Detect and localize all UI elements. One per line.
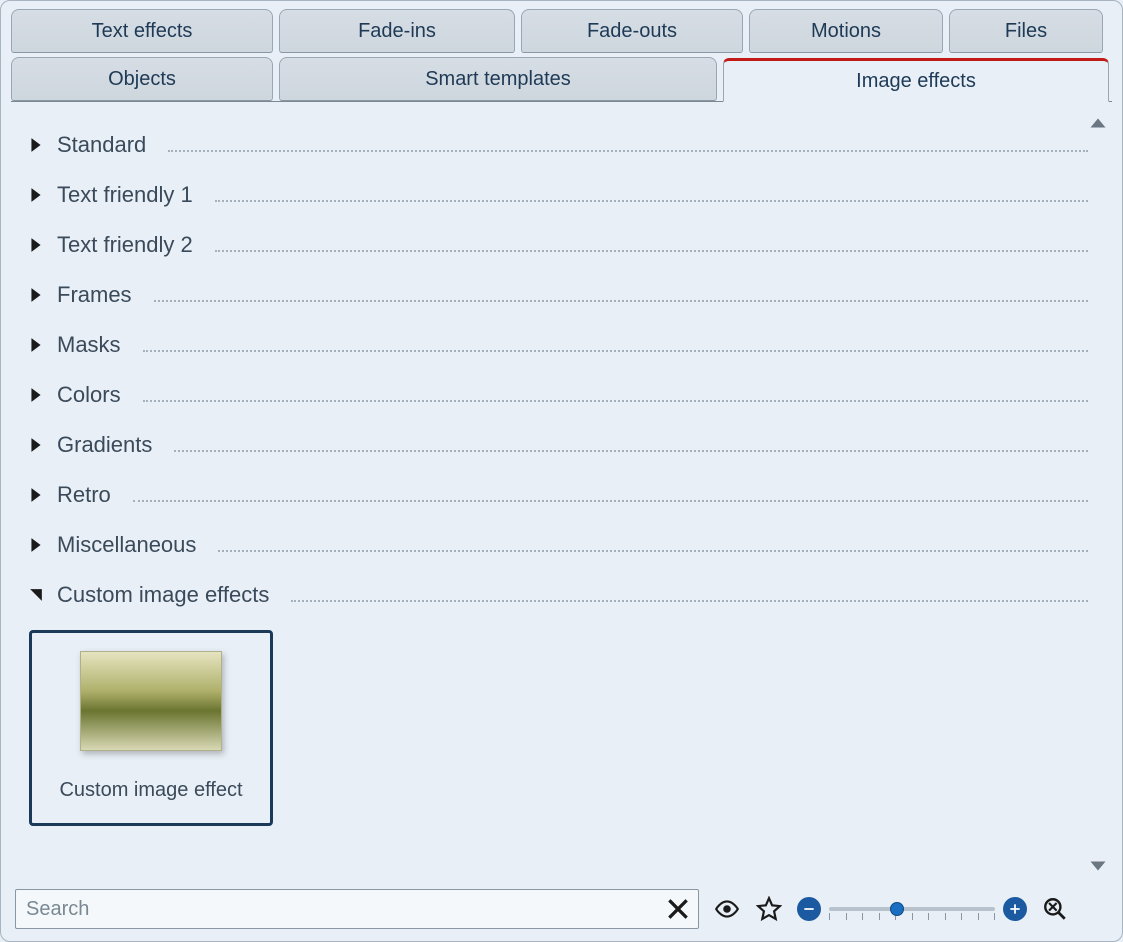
tab-files[interactable]: Files bbox=[949, 9, 1103, 53]
category-divider bbox=[133, 500, 1088, 502]
category-label: Masks bbox=[57, 332, 121, 358]
category-label: Text friendly 2 bbox=[57, 232, 193, 258]
content-panel: Standard Text friendly 1 Text friendly 2 Fr… bbox=[11, 106, 1112, 883]
eye-icon bbox=[714, 896, 740, 922]
tab-fade-ins[interactable]: Fade-ins bbox=[279, 9, 515, 53]
expand-arrow-right-icon bbox=[29, 236, 43, 254]
reset-zoom-button[interactable] bbox=[1041, 895, 1069, 923]
category-standard[interactable]: Standard bbox=[25, 120, 1088, 170]
effects-panel: Text effects Fade-ins Fade-outs Motions … bbox=[0, 0, 1123, 942]
expand-arrow-right-icon bbox=[29, 336, 43, 354]
scroll-up-button[interactable] bbox=[1089, 114, 1107, 132]
effect-thumbnail-preview bbox=[80, 651, 222, 751]
effect-thumbnail-custom-image-effect[interactable]: Custom image effect bbox=[29, 630, 273, 826]
thumbnails-row: Custom image effect bbox=[25, 620, 1088, 834]
tab-fade-outs[interactable]: Fade-outs bbox=[521, 9, 743, 53]
zoom-in-button[interactable] bbox=[1003, 897, 1027, 921]
magnifier-reset-icon bbox=[1042, 896, 1068, 922]
search-box bbox=[15, 889, 699, 929]
tab-motions[interactable]: Motions bbox=[749, 9, 943, 53]
categories-list: Standard Text friendly 1 Text friendly 2 Fr… bbox=[25, 120, 1088, 883]
expand-arrow-down-icon bbox=[29, 586, 43, 604]
search-input[interactable] bbox=[26, 898, 664, 921]
close-icon bbox=[665, 896, 691, 922]
tabs-row-2: Objects Smart templates Image effects bbox=[11, 57, 1112, 102]
scroll-down-button[interactable] bbox=[1089, 857, 1107, 875]
category-text-friendly-1[interactable]: Text friendly 1 bbox=[25, 170, 1088, 220]
category-divider bbox=[215, 250, 1088, 252]
expand-arrow-right-icon bbox=[29, 486, 43, 504]
zoom-controls bbox=[797, 896, 1027, 922]
star-icon bbox=[756, 896, 782, 922]
tab-text-effects[interactable]: Text effects bbox=[11, 9, 273, 53]
zoom-slider-thumb[interactable] bbox=[890, 902, 904, 916]
expand-arrow-right-icon bbox=[29, 386, 43, 404]
preview-button[interactable] bbox=[713, 895, 741, 923]
category-label: Colors bbox=[57, 382, 121, 408]
bottom-toolbar bbox=[11, 883, 1112, 931]
category-label: Retro bbox=[57, 482, 111, 508]
category-miscellaneous[interactable]: Miscellaneous bbox=[25, 520, 1088, 570]
category-masks[interactable]: Masks bbox=[25, 320, 1088, 370]
category-label: Miscellaneous bbox=[57, 532, 196, 558]
category-frames[interactable]: Frames bbox=[25, 270, 1088, 320]
clear-search-button[interactable] bbox=[664, 895, 692, 923]
plus-circle-icon bbox=[1008, 902, 1022, 916]
expand-arrow-right-icon bbox=[29, 186, 43, 204]
category-divider bbox=[143, 350, 1088, 352]
expand-arrow-right-icon bbox=[29, 136, 43, 154]
tabs-row-1: Text effects Fade-ins Fade-outs Motions … bbox=[11, 9, 1112, 53]
category-divider bbox=[215, 200, 1088, 202]
category-divider bbox=[218, 550, 1088, 552]
effect-thumbnail-label: Custom image effect bbox=[59, 779, 242, 802]
category-divider bbox=[174, 450, 1088, 452]
tab-objects[interactable]: Objects bbox=[11, 57, 273, 101]
category-divider bbox=[291, 600, 1088, 602]
expand-arrow-right-icon bbox=[29, 286, 43, 304]
tab-smart-templates[interactable]: Smart templates bbox=[279, 57, 717, 101]
category-label: Text friendly 1 bbox=[57, 182, 193, 208]
category-colors[interactable]: Colors bbox=[25, 370, 1088, 420]
category-divider bbox=[168, 150, 1088, 152]
category-label: Gradients bbox=[57, 432, 152, 458]
category-retro[interactable]: Retro bbox=[25, 470, 1088, 520]
tab-image-effects[interactable]: Image effects bbox=[723, 58, 1109, 102]
category-gradients[interactable]: Gradients bbox=[25, 420, 1088, 470]
category-label: Frames bbox=[57, 282, 132, 308]
expand-arrow-right-icon bbox=[29, 436, 43, 454]
category-label: Custom image effects bbox=[57, 582, 269, 608]
minus-circle-icon bbox=[802, 902, 816, 916]
zoom-out-button[interactable] bbox=[797, 897, 821, 921]
category-custom-image-effects[interactable]: Custom image effects bbox=[25, 570, 1088, 620]
category-text-friendly-2[interactable]: Text friendly 2 bbox=[25, 220, 1088, 270]
zoom-slider[interactable] bbox=[829, 896, 995, 922]
category-divider bbox=[154, 300, 1088, 302]
expand-arrow-right-icon bbox=[29, 536, 43, 554]
favorite-button[interactable] bbox=[755, 895, 783, 923]
category-divider bbox=[143, 400, 1088, 402]
category-label: Standard bbox=[57, 132, 146, 158]
